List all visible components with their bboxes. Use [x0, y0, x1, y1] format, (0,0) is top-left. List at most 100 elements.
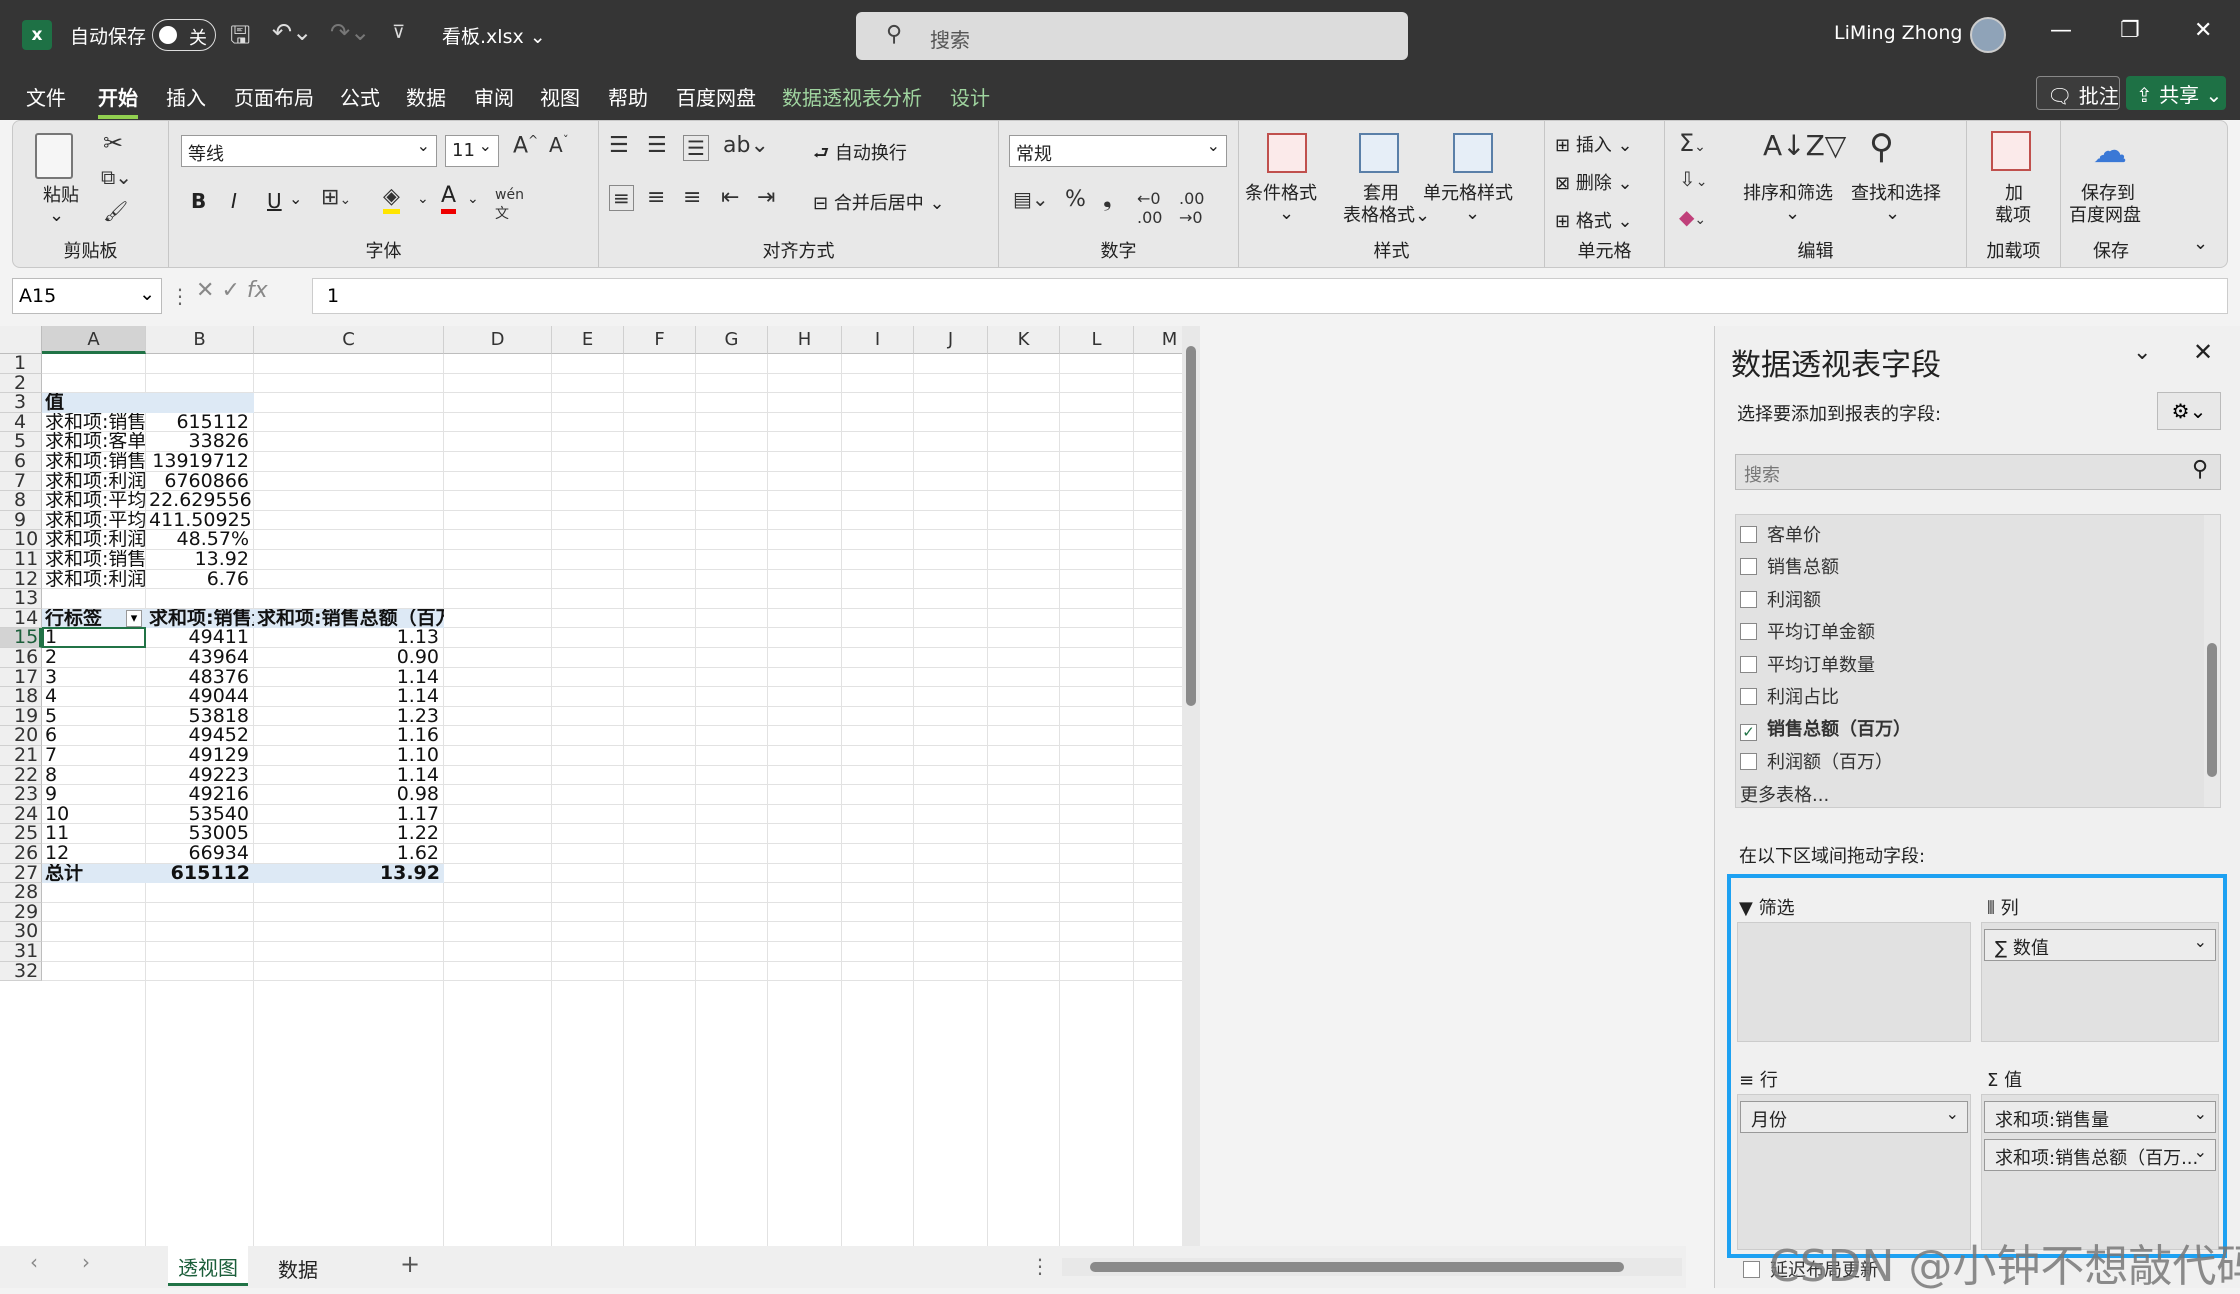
- align-left-icon[interactable]: ≡: [609, 185, 634, 211]
- pivot-row-label[interactable]: 10: [45, 805, 145, 825]
- column-header-d[interactable]: D: [444, 326, 552, 354]
- align-right-icon[interactable]: ≡: [683, 185, 701, 210]
- value-cell[interactable]: 615112: [149, 413, 253, 433]
- next-sheet-icon[interactable]: ›: [82, 1250, 90, 1274]
- gear-icon[interactable]: ⚙⌄: [2157, 392, 2221, 430]
- find-select-button[interactable]: 查找和选择: [1851, 179, 1941, 205]
- sort-filter-icon[interactable]: A↓Z▽: [1763, 129, 1846, 162]
- pivot-value-cell[interactable]: 1.14: [257, 668, 443, 688]
- indent-increase-icon[interactable]: ⇥: [757, 185, 775, 210]
- number-format-select[interactable]: 常规: [1009, 135, 1227, 167]
- column-header-g[interactable]: G: [696, 326, 768, 354]
- tab-design[interactable]: 设计: [950, 82, 990, 111]
- tab-pivot-analyze[interactable]: 数据透视表分析: [782, 82, 922, 111]
- format-table-button[interactable]: 表格格式⌄: [1343, 201, 1430, 227]
- tab-data[interactable]: 数据: [406, 82, 446, 111]
- customize-qat-icon[interactable]: ⊽: [392, 22, 405, 43]
- values-header-cell[interactable]: [146, 393, 254, 413]
- row-header-16[interactable]: 16: [0, 647, 42, 668]
- row-header-21[interactable]: 21: [0, 745, 42, 766]
- value-cell[interactable]: 33826: [149, 432, 253, 452]
- value-cell[interactable]: 22.62955689: [149, 491, 253, 511]
- tab-view[interactable]: 视图: [540, 82, 580, 111]
- pivot-value-cell[interactable]: 1.14: [257, 766, 443, 786]
- bold-button[interactable]: B: [191, 189, 206, 213]
- pivot-value-cell[interactable]: 43964: [149, 648, 253, 668]
- pivot-value-cell[interactable]: 53005: [149, 824, 253, 844]
- fill-icon[interactable]: ⇩⌄: [1679, 167, 1708, 191]
- pivot-row-label[interactable]: 6: [45, 726, 145, 746]
- pivot-row-label[interactable]: 9: [45, 785, 145, 805]
- pane-close-icon[interactable]: ✕: [2193, 338, 2213, 366]
- pivot-row-label[interactable]: 7: [45, 746, 145, 766]
- column-header-e[interactable]: E: [552, 326, 624, 354]
- italic-button[interactable]: I: [231, 189, 237, 213]
- pivot-row-label[interactable]: 2: [45, 648, 145, 668]
- value-cell[interactable]: 48.57%: [149, 530, 253, 550]
- comments-button[interactable]: 🗨 批注: [2036, 76, 2120, 110]
- addins-button[interactable]: 载项: [1995, 201, 2031, 227]
- pivot-value-cell[interactable]: 1.62: [257, 844, 443, 864]
- align-middle-icon[interactable]: ☰: [647, 133, 667, 158]
- field-item[interactable]: 利润占比: [1740, 683, 1839, 709]
- checkbox-icon[interactable]: [1740, 526, 1757, 543]
- borders-icon[interactable]: ⊞⌄: [321, 185, 351, 210]
- share-button[interactable]: ⇪ 共享 ⌄: [2126, 76, 2226, 110]
- paste-icon[interactable]: [35, 133, 73, 179]
- restore-icon[interactable]: ❐: [2120, 18, 2140, 43]
- spreadsheet-grid[interactable]: ABCDEFGHIJKLM 1 2 3 4 5 6 7 8 9 10 11 12 13 14 15 16 17 1…: [0, 326, 1200, 1246]
- value-label-cell[interactable]: 求和项:利润: [45, 530, 145, 550]
- save-baidu-button[interactable]: 百度网盘: [2069, 201, 2141, 227]
- prev-sheet-icon[interactable]: ‹: [30, 1250, 38, 1274]
- value-label-cell[interactable]: 求和项:利润: [45, 472, 145, 492]
- field-item[interactable]: 利润额（百万）: [1740, 748, 1893, 774]
- pivot-row-label[interactable]: 3: [45, 668, 145, 688]
- align-bottom-icon[interactable]: ☰: [683, 135, 709, 161]
- value-label-cell[interactable]: 求和项:销售: [45, 452, 145, 472]
- decrease-font-icon[interactable]: Aˇ: [549, 133, 569, 157]
- row-header-28[interactable]: 28: [0, 883, 42, 903]
- tab-formulas[interactable]: 公式: [340, 82, 380, 111]
- clear-icon[interactable]: ◆⌄: [1679, 205, 1706, 229]
- user-name[interactable]: LiMing Zhong: [1834, 22, 1962, 44]
- values-header-cell[interactable]: 值: [42, 393, 146, 413]
- pane-options-icon[interactable]: ⌄: [2133, 340, 2151, 365]
- value-label-cell[interactable]: 求和项:销售: [45, 413, 145, 433]
- format-table-icon[interactable]: [1359, 133, 1399, 173]
- pivot-value-cell[interactable]: 1.22: [257, 824, 443, 844]
- vertical-scrollbar[interactable]: [1182, 326, 1200, 1246]
- accounting-icon[interactable]: ▤⌄: [1013, 187, 1049, 211]
- cell-styles-button[interactable]: 单元格样式: [1423, 179, 1513, 205]
- columns-area[interactable]: ∑ 数值 ⌄: [1981, 922, 2219, 1042]
- enter-icon[interactable]: ✓: [221, 278, 239, 303]
- sheet-tab[interactable]: 数据: [278, 1254, 318, 1283]
- more-tables-link[interactable]: 更多表格...: [1740, 781, 1829, 807]
- pivot-row-label[interactable]: 8: [45, 766, 145, 786]
- field-item[interactable]: ✓ 销售总额（百万）: [1740, 715, 1911, 742]
- select-all-button[interactable]: [0, 326, 42, 354]
- pivot-value-cell[interactable]: 49223: [149, 766, 253, 786]
- pivot-value-cell[interactable]: 49411: [149, 628, 253, 648]
- value-cell[interactable]: 411.5092532: [149, 511, 253, 531]
- cell-styles-icon[interactable]: [1453, 133, 1493, 173]
- checkbox-icon[interactable]: [1740, 752, 1757, 770]
- decrease-decimal-icon[interactable]: .00 →0: [1179, 189, 1204, 227]
- checkbox-icon[interactable]: [1740, 623, 1757, 641]
- pivot-row-label[interactable]: 11: [45, 824, 145, 844]
- pivot-total-cell[interactable]: 13.92: [254, 863, 444, 884]
- rows-item-month[interactable]: 月份 ⌄: [1740, 1101, 1968, 1133]
- cut-icon[interactable]: ✂: [103, 129, 123, 157]
- cancel-icon[interactable]: ✕: [196, 278, 214, 303]
- row-header-8[interactable]: 8: [0, 491, 42, 511]
- pivot-value-cell[interactable]: 53540: [149, 805, 253, 825]
- value-label-cell[interactable]: 求和项:销售: [45, 550, 145, 570]
- pivot-total-label[interactable]: 总计: [42, 863, 146, 884]
- minimize-icon[interactable]: —: [2050, 18, 2072, 43]
- tab-page-layout[interactable]: 页面布局: [234, 82, 314, 111]
- pivot-header-cell[interactable]: 求和项:销售量: [146, 608, 254, 629]
- pivot-value-cell[interactable]: 1.17: [257, 805, 443, 825]
- fill-color-icon[interactable]: ◈: [383, 185, 400, 214]
- phonetic-icon[interactable]: wén 文: [495, 187, 524, 223]
- row-header-26[interactable]: 26: [0, 843, 42, 864]
- values-item-sales-total[interactable]: 求和项:销售总额（百万... ⌄: [1984, 1139, 2216, 1171]
